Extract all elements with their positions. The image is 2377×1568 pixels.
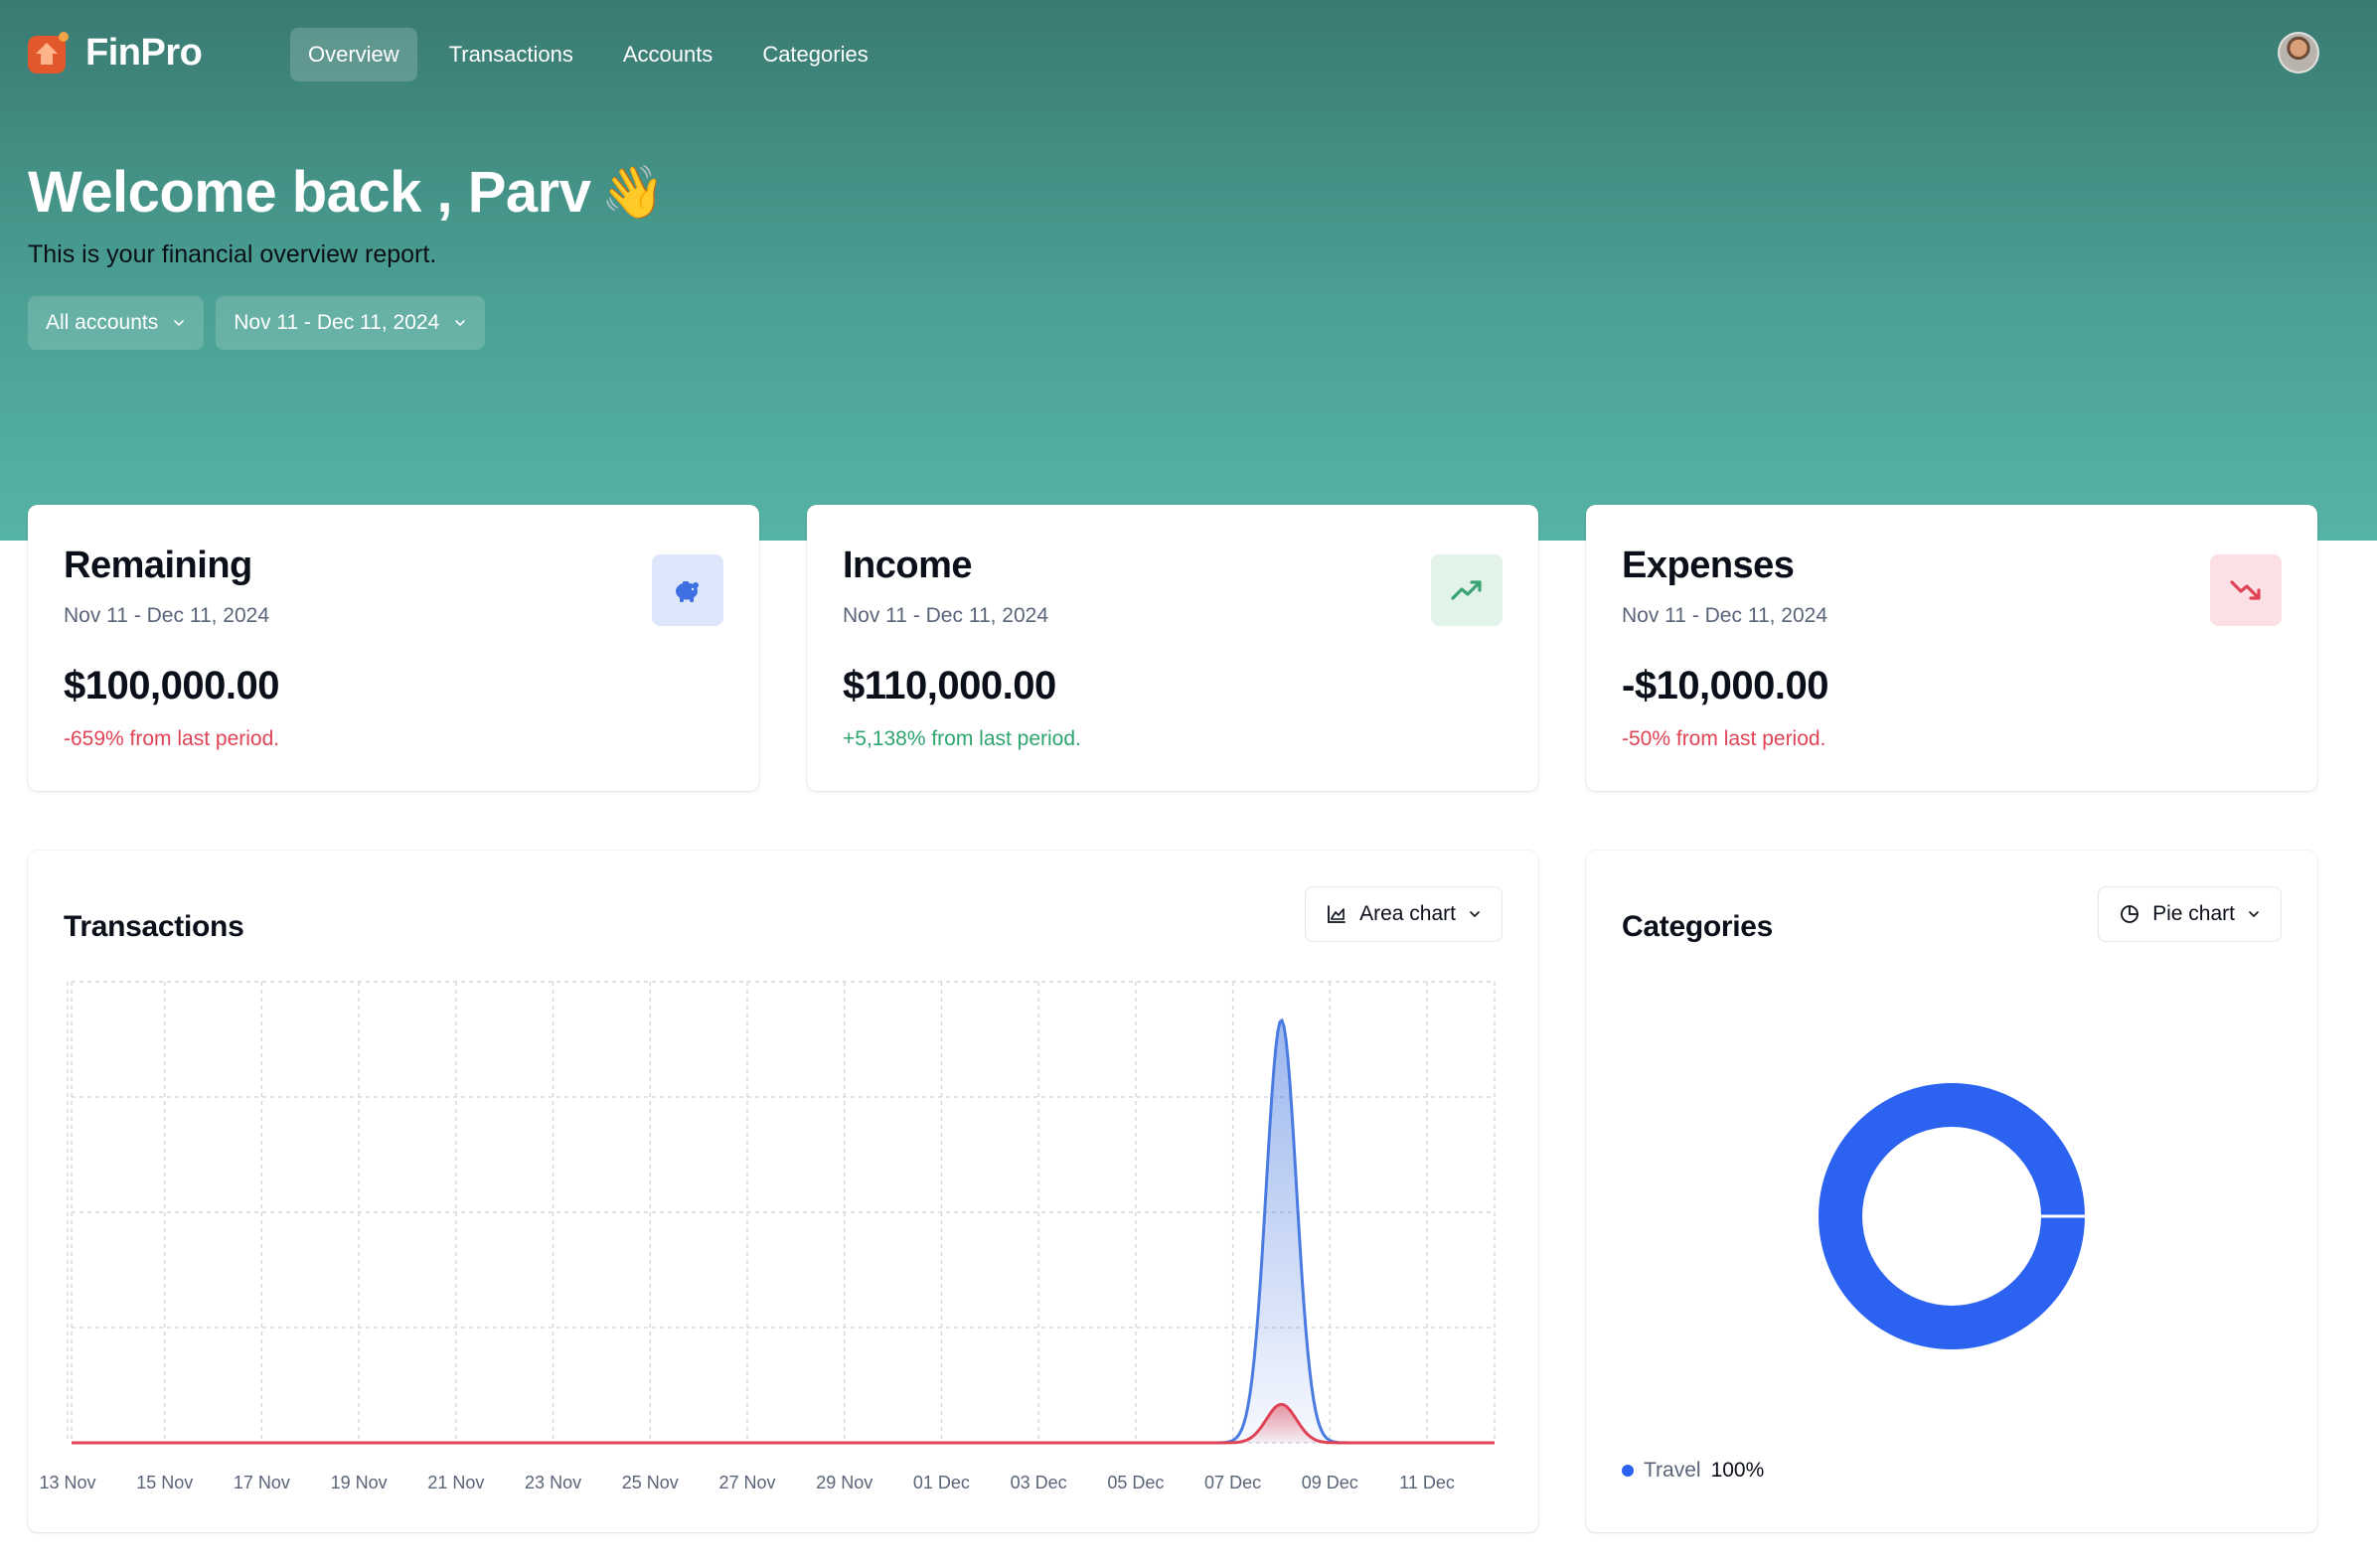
- finpro-logo-icon: [28, 32, 69, 74]
- legend-dot: [1622, 1465, 1634, 1477]
- trending-down-icon: [2230, 580, 2261, 600]
- chevron-down-icon: [174, 320, 185, 327]
- area-chart-icon: [1328, 905, 1347, 923]
- transactions-panel: 13 Nov 15 Nov 17 Nov 19 Nov 21 Nov 23 Nov 25 N…: [28, 851, 1538, 1532]
- panel-title: Transactions: [64, 910, 244, 943]
- x-axis-tick-label: 09 Dec: [1302, 1473, 1358, 1492]
- x-axis-tick-label: 19 Nov: [331, 1473, 388, 1492]
- filter-bar: All accounts Nov 11 - Dec 11, 2024: [28, 296, 486, 350]
- chevron-down-icon: [1470, 911, 1480, 918]
- page-subtitle: This is your financial overview report.: [28, 240, 437, 268]
- income-card: Income Nov 11 - Dec 11, 2024 $110,000.00…: [807, 505, 1538, 791]
- account-filter-select[interactable]: All accounts: [28, 296, 205, 350]
- expenses-card: Expenses Nov 11 - Dec 11, 2024 -$10,000.…: [1586, 505, 2317, 791]
- series-area-expenses: [72, 1404, 1495, 1443]
- x-axis-tick-label: 15 Nov: [136, 1473, 193, 1492]
- x-axis-tick-label: 03 Dec: [1011, 1473, 1067, 1492]
- x-axis-tick-label: 11 Dec: [1399, 1473, 1455, 1492]
- nav-item-categories[interactable]: Categories: [744, 28, 885, 81]
- transactions-area-chart: 13 Nov 15 Nov 17 Nov 19 Nov 21 Nov 23 Nov 25 N…: [39, 981, 1496, 1492]
- remaining-card: Remaining Nov 11 - Dec 11, 2024 $100,000…: [28, 505, 759, 791]
- x-axis-tick-label: 05 Dec: [1107, 1473, 1164, 1492]
- stat-title: Income: [843, 545, 973, 586]
- stat-change: +5,138% from last period.: [843, 727, 1081, 750]
- date-range-filter-select[interactable]: Nov 11 - Dec 11, 2024: [216, 296, 486, 350]
- x-axis-tick-label: 25 Nov: [622, 1473, 679, 1492]
- stat-change: -50% from last period.: [1622, 727, 1826, 750]
- nav-item-accounts[interactable]: Accounts: [605, 28, 731, 81]
- chart-type-select[interactable]: Pie chart: [2098, 886, 2282, 942]
- x-axis-tick-label: 29 Nov: [816, 1473, 872, 1492]
- stat-date-range: Nov 11 - Dec 11, 2024: [64, 604, 270, 627]
- legend-label: Travel: [1644, 1459, 1701, 1482]
- stat-change: -659% from last period.: [64, 727, 280, 750]
- nav-links: Overview Transactions Accounts Categorie…: [290, 28, 886, 81]
- x-axis-tick-label: 17 Nov: [234, 1473, 290, 1492]
- chevron-down-icon: [455, 320, 466, 327]
- stat-title: Remaining: [64, 545, 252, 586]
- piggy-bank-icon: [676, 581, 699, 602]
- legend-value: 100%: [1710, 1459, 1765, 1482]
- chart-type-select[interactable]: Area chart: [1305, 886, 1503, 942]
- top-navigation: FinPro Overview Transactions Accounts Ca…: [0, 0, 2377, 109]
- x-axis-tick-label: 23 Nov: [525, 1473, 581, 1492]
- chart-type-label: Pie chart: [2152, 902, 2235, 925]
- x-axis-tick-label: 07 Dec: [1204, 1473, 1261, 1492]
- trending-up-icon: [1451, 580, 1482, 600]
- x-axis-tick-label: 01 Dec: [913, 1473, 970, 1492]
- nav-item-overview[interactable]: Overview: [290, 28, 417, 81]
- series-area-income: [72, 1020, 1495, 1443]
- chart-legend: Travel 100%: [1622, 1459, 1764, 1483]
- donut-slice-travel[interactable]: [1819, 1083, 2085, 1349]
- categories-donut-chart: [1819, 1083, 2087, 1349]
- stat-date-range: Nov 11 - Dec 11, 2024: [843, 604, 1049, 627]
- brand-name: FinPro: [85, 31, 203, 74]
- welcome-heading: Welcome back , Parv 👋: [28, 159, 665, 226]
- waving-hand-icon: 👋: [600, 164, 666, 222]
- stat-icon-box: [1431, 554, 1503, 626]
- stat-icon-box: [2210, 554, 2282, 626]
- welcome-text: Welcome back , Parv: [28, 160, 591, 225]
- categories-panel: Categories Pie chart Travel 100%: [1586, 851, 2317, 1532]
- panel-title: Categories: [1622, 910, 1774, 943]
- account-filter-label: All accounts: [46, 311, 159, 334]
- stat-date-range: Nov 11 - Dec 11, 2024: [1622, 604, 1828, 627]
- date-range-filter-label: Nov 11 - Dec 11, 2024: [234, 311, 440, 334]
- stat-value: $110,000.00: [843, 664, 1056, 707]
- pie-chart-icon: [2121, 905, 2139, 923]
- stat-icon-box: [652, 554, 723, 626]
- x-axis-tick-label: 21 Nov: [427, 1473, 484, 1492]
- user-avatar[interactable]: [2278, 32, 2319, 74]
- chart-type-label: Area chart: [1359, 902, 1456, 925]
- stat-value: -$10,000.00: [1622, 664, 1829, 707]
- stat-title: Expenses: [1622, 545, 1795, 586]
- stat-value: $100,000.00: [64, 664, 279, 707]
- brand-logo[interactable]: FinPro: [26, 30, 203, 76]
- x-axis-tick-label: 13 Nov: [39, 1473, 95, 1492]
- chevron-down-icon: [2249, 911, 2259, 918]
- x-axis-tick-label: 27 Nov: [718, 1473, 775, 1492]
- nav-item-transactions[interactable]: Transactions: [431, 28, 591, 81]
